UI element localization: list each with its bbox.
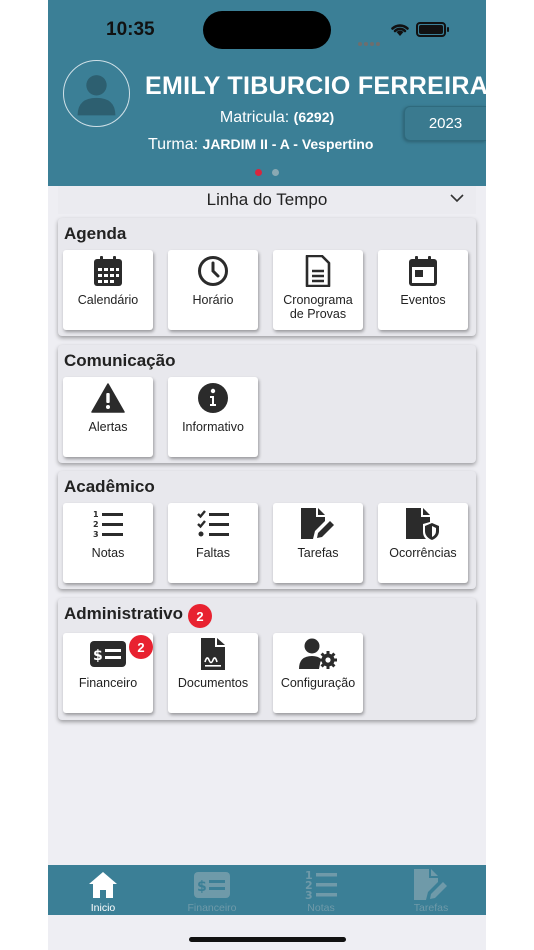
- timeline-dropdown[interactable]: Linha do Tempo: [58, 186, 476, 214]
- section-administrativo: Administrativo 2 $ Financeiro 2 Document…: [58, 598, 476, 720]
- numbered-list-icon: 123: [93, 510, 123, 538]
- svg-text:1: 1: [93, 510, 99, 519]
- wifi-icon: [391, 24, 409, 36]
- file-edit-icon: [414, 869, 447, 900]
- calendar-event-icon: [409, 256, 437, 286]
- tab-inicio[interactable]: Inicio: [58, 865, 148, 915]
- tab-label: Inicio: [90, 902, 116, 914]
- alertas-button[interactable]: Alertas: [63, 377, 153, 457]
- turma-value: JARDIM II - A - Vespertino: [202, 136, 374, 152]
- cellular-signal-icon: [358, 33, 382, 46]
- horario-button[interactable]: Horário: [168, 250, 258, 330]
- matricula-label: Matricula:: [219, 109, 290, 126]
- profile-header[interactable]: 10:35 EMILY TIBURCIO FERREIRA Matricula:…: [48, 0, 486, 186]
- clock-icon: [198, 256, 228, 286]
- tile-label: Ocorrências: [389, 546, 457, 560]
- eventos-button[interactable]: Eventos: [378, 250, 468, 330]
- money-card-icon: $: [194, 872, 230, 898]
- calendar-icon: [94, 256, 122, 286]
- configuracao-button[interactable]: Configuração: [273, 633, 363, 713]
- checklist-icon: [197, 510, 229, 537]
- app-screen: 10:35 EMILY TIBURCIO FERREIRA Matricula:…: [48, 0, 486, 950]
- status-time: 10:35: [106, 19, 155, 40]
- tile-label: Eventos: [400, 293, 446, 307]
- home-icon: [89, 872, 117, 898]
- money-card-icon: $: [90, 641, 126, 667]
- dynamic-island: [203, 11, 331, 49]
- calendario-button[interactable]: Calendário: [63, 250, 153, 330]
- financeiro-button[interactable]: $ Financeiro 2: [63, 633, 153, 713]
- ocorrencias-button[interactable]: Ocorrências: [378, 503, 468, 583]
- informativo-button[interactable]: Informativo: [168, 377, 258, 457]
- section-title: Agenda: [64, 224, 127, 243]
- notas-button[interactable]: 123 Notas: [63, 503, 153, 583]
- tile-label: Documentos: [177, 676, 249, 690]
- page-dot-active[interactable]: [255, 169, 262, 176]
- tile-label: Cronograma: [283, 293, 353, 307]
- tile-label: de Provas: [289, 307, 347, 321]
- tab-label: Financeiro: [187, 902, 237, 914]
- timeline-label: Linha do Tempo: [206, 190, 328, 209]
- tarefas-button[interactable]: Tarefas: [273, 503, 363, 583]
- notification-badge: 2: [188, 604, 212, 628]
- tab-label: Notas: [307, 902, 335, 914]
- turma-label: Turma:: [148, 136, 199, 153]
- battery-icon: [416, 22, 449, 37]
- faltas-button[interactable]: Faltas: [168, 503, 258, 583]
- tab-bar: Inicio $ Financeiro 123 Notas Tarefas: [48, 865, 486, 915]
- file-shield-icon: [406, 508, 439, 540]
- chevron-down-icon: [450, 194, 464, 203]
- tile-label: Calendário: [77, 293, 139, 307]
- numbered-list-icon: 123: [305, 870, 337, 900]
- document-icon: [305, 255, 331, 287]
- tab-financeiro[interactable]: $ Financeiro: [167, 865, 257, 915]
- svg-text:3: 3: [93, 530, 99, 538]
- tile-label: Notas: [91, 546, 125, 560]
- svg-text:3: 3: [305, 889, 313, 900]
- user-gear-icon: [299, 638, 337, 669]
- section-comunicacao: Comunicação Alertas Informativo: [58, 345, 476, 463]
- turma-line: Turma: JARDIM II - A - Vespertino: [148, 136, 373, 154]
- section-title: Administrativo: [64, 604, 184, 623]
- cronograma-de-provas-button[interactable]: Cronograma de Provas: [273, 250, 363, 330]
- page-dot[interactable]: [272, 169, 279, 176]
- svg-text:$: $: [197, 879, 207, 895]
- tile-label: Faltas: [195, 546, 231, 560]
- tab-notas[interactable]: 123 Notas: [276, 865, 366, 915]
- tab-tarefas[interactable]: Tarefas: [386, 865, 476, 915]
- section-title: Comunicação: [64, 351, 176, 370]
- info-icon: [198, 383, 228, 413]
- student-name: EMILY TIBURCIO FERREIRA: [145, 72, 486, 100]
- tile-label: Tarefas: [297, 546, 339, 560]
- svg-text:2: 2: [93, 520, 99, 529]
- tile-label: Configuração: [280, 676, 356, 690]
- svg-text:$: $: [93, 648, 103, 664]
- tile-label: Horário: [192, 293, 234, 307]
- section-agenda: Agenda Calendário Horário Cronograma de …: [58, 218, 476, 336]
- documentos-button[interactable]: Documentos: [168, 633, 258, 713]
- matricula-value: (6292): [293, 109, 335, 125]
- warning-icon: [91, 383, 125, 413]
- tile-label: Informativo: [182, 420, 244, 434]
- tile-label: Alertas: [88, 420, 128, 434]
- home-indicator[interactable]: [189, 937, 346, 942]
- signed-document-icon: [201, 638, 225, 670]
- section-title: Acadêmico: [64, 477, 155, 496]
- file-edit-icon: [301, 508, 334, 539]
- section-academico: Acadêmico 123 Notas Faltas Tarefas Ocorr…: [58, 471, 476, 589]
- tile-label: Financeiro: [78, 676, 138, 690]
- tab-label: Tarefas: [413, 902, 449, 914]
- notification-badge: 2: [129, 635, 153, 659]
- year-selector[interactable]: 2023: [404, 106, 486, 141]
